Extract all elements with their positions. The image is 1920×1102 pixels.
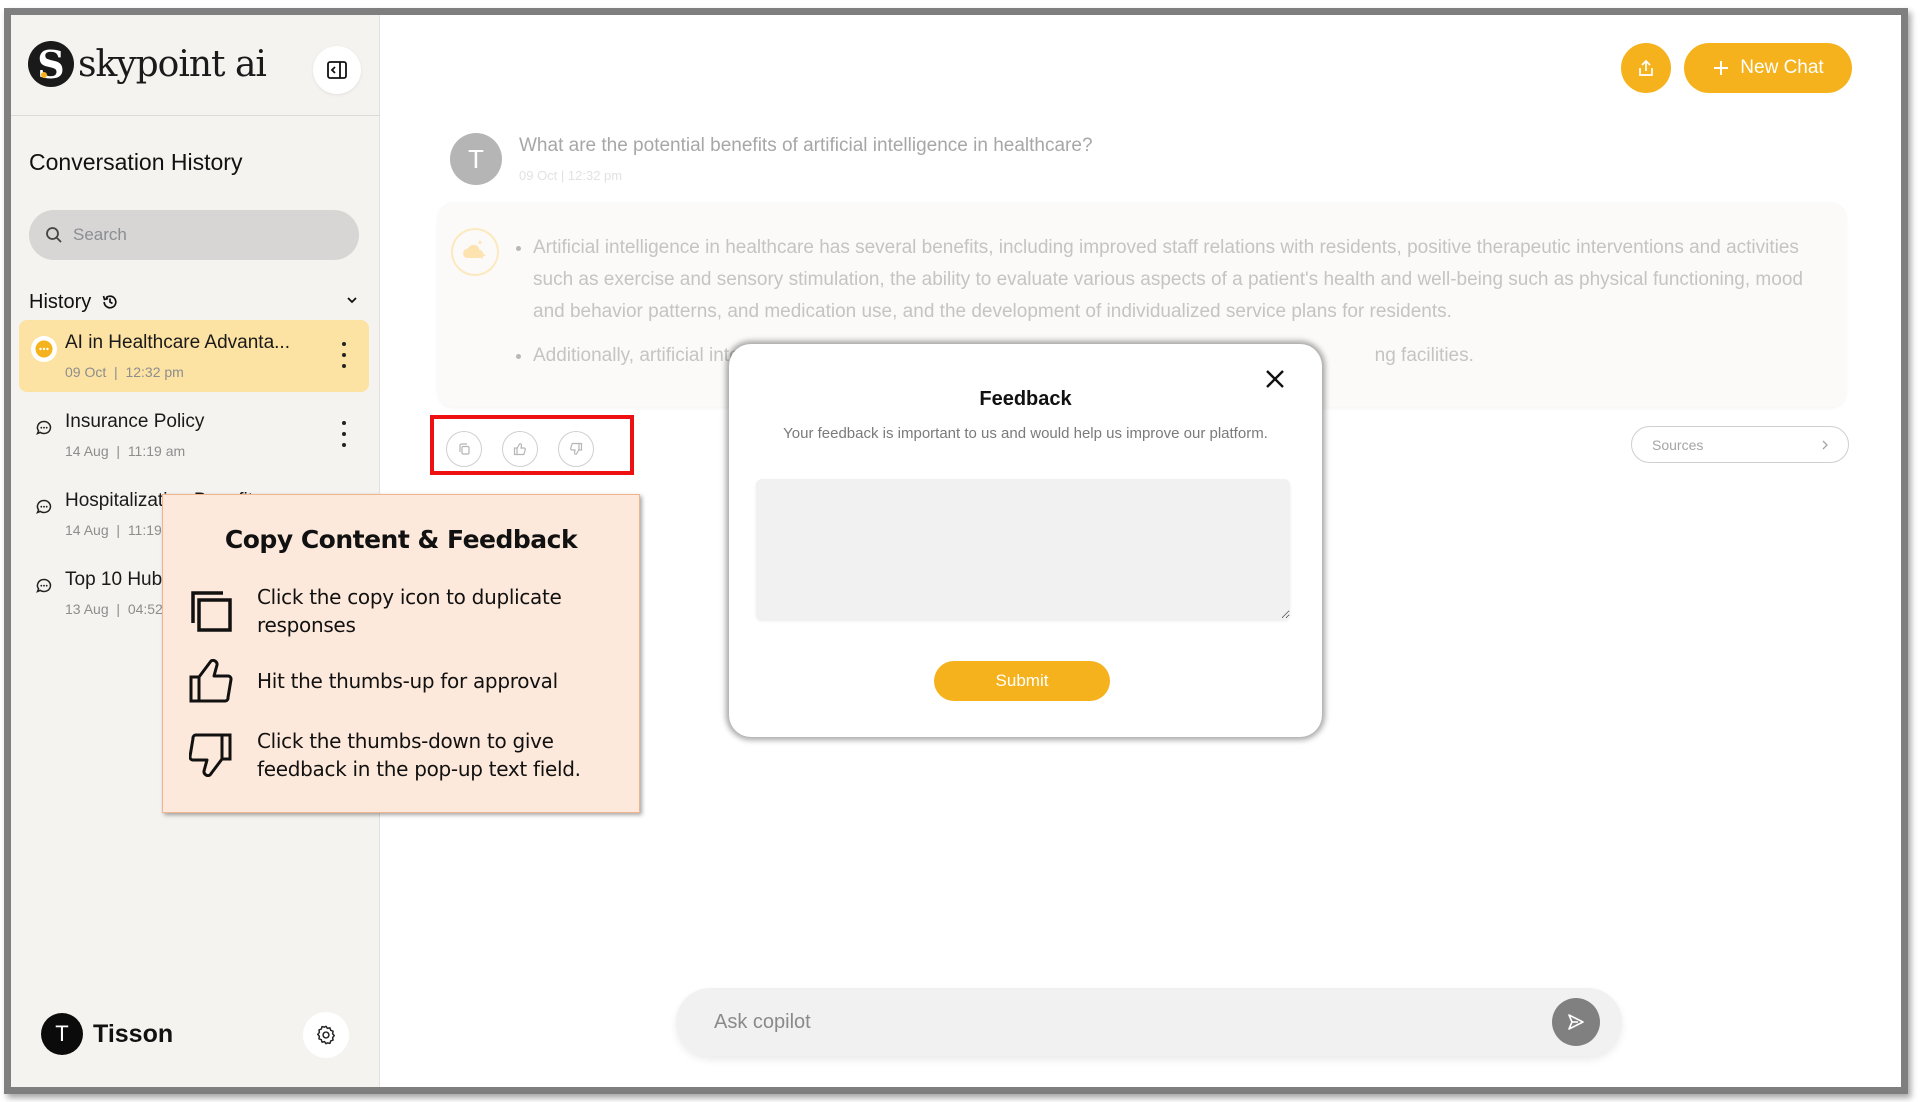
ask-copilot-bar <box>676 988 1622 1056</box>
history-section-header[interactable]: History <box>29 287 359 317</box>
history-label: History <box>29 290 92 313</box>
brand-name: skypoint ai <box>78 43 267 85</box>
thumbs-up-button[interactable] <box>502 431 538 467</box>
chevron-right-icon <box>1822 440 1828 449</box>
gear-icon <box>317 1025 335 1045</box>
search-box[interactable] <box>29 210 359 260</box>
response-actions-highlight <box>430 415 634 475</box>
callout-text: Click the thumbs-down to give feedback i… <box>257 729 581 781</box>
callout-item: Click the thumbs-down to give feedback i… <box>189 727 617 783</box>
feedback-modal: Feedback Your feedback is important to u… <box>729 344 1322 737</box>
thumbs-down-icon <box>189 733 232 777</box>
thumbs-up-icon <box>513 443 526 456</box>
conversation-item[interactable]: Insurance Policy 14 Aug | 11:19 am <box>19 399 369 471</box>
chevron-down-icon[interactable] <box>345 293 359 307</box>
callout-item: Click the copy icon to duplicate respons… <box>189 583 617 639</box>
chat-bubble-icon <box>31 494 53 521</box>
collapse-sidebar-button[interactable] <box>313 46 361 94</box>
conversation-title: Insurance Policy <box>65 411 205 432</box>
callout-title: Copy Content & Feedback <box>224 525 578 554</box>
conversation-title: Top 10 Hub <box>65 569 163 590</box>
logo-mark: S <box>28 41 74 87</box>
callout-text: Hit the thumbs-up for approval <box>257 669 558 693</box>
user-question: What are the potential benefits of artif… <box>519 135 1093 156</box>
ask-copilot-input[interactable] <box>714 1008 1514 1036</box>
avatar: T <box>41 1013 83 1055</box>
conversation-date: 14 Aug | 11:19 am <box>65 443 186 459</box>
copy-icon <box>191 591 232 632</box>
conversation-item[interactable]: AI in Healthcare Advanta... 09 Oct | 12:… <box>19 320 369 392</box>
new-chat-button[interactable]: New Chat <box>1684 43 1852 93</box>
share-icon <box>1639 59 1653 76</box>
thumbs-down-button[interactable] <box>558 431 594 467</box>
ai-sparkle-icon <box>451 228 499 276</box>
chat-bubble-icon <box>31 573 53 600</box>
user-message-avatar: T <box>450 133 502 185</box>
search-input[interactable] <box>73 225 333 245</box>
more-options-icon[interactable] <box>339 342 349 368</box>
tutorial-callout: Copy Content & Feedback Click the copy i… <box>162 494 640 813</box>
sources-button[interactable]: Sources <box>1631 426 1849 463</box>
thumbs-up-icon <box>189 659 233 703</box>
more-options-icon[interactable] <box>339 421 349 447</box>
plus-icon <box>1714 61 1729 75</box>
chat-bubble-icon <box>31 336 57 367</box>
copy-button[interactable] <box>446 431 482 467</box>
history-icon <box>102 295 117 309</box>
modal-title: Feedback <box>979 388 1072 410</box>
brand-logo: S skypoint ai <box>28 41 267 87</box>
conversation-title: AI in Healthcare Advanta... <box>65 332 290 353</box>
user-name: Tisson <box>93 1019 174 1048</box>
sidebar-divider <box>11 115 380 116</box>
copy-icon <box>459 443 470 455</box>
sidebar-collapse-icon <box>327 61 347 79</box>
conversation-history-title: Conversation History <box>29 149 243 175</box>
feedback-textarea[interactable] <box>756 479 1290 619</box>
new-chat-label: New Chat <box>1740 57 1824 78</box>
thumbs-down-icon <box>570 442 583 455</box>
search-icon <box>46 227 62 243</box>
submit-button[interactable]: Submit <box>934 661 1110 701</box>
sources-label: Sources <box>1652 436 1704 453</box>
conversation-date: 09 Oct | 12:32 pm <box>65 364 184 380</box>
send-icon <box>1568 1014 1584 1030</box>
modal-subtitle: Your feedback is important to us and wou… <box>783 425 1268 442</box>
callout-text: Click the copy icon to duplicate respons… <box>257 585 562 637</box>
settings-button[interactable] <box>303 1012 349 1058</box>
question-timestamp: 09 Oct | 12:32 pm <box>519 168 623 183</box>
send-button[interactable] <box>1552 998 1600 1046</box>
user-profile[interactable]: T Tisson <box>41 1013 173 1055</box>
callout-item: Hit the thumbs-up for approval <box>189 659 617 703</box>
answer-bullet: Artificial intelligence in healthcare ha… <box>533 232 1823 328</box>
share-button[interactable] <box>1621 43 1671 93</box>
app-window: S skypoint ai Conversation History Histo… <box>4 8 1908 1094</box>
chat-bubble-icon <box>31 415 53 442</box>
